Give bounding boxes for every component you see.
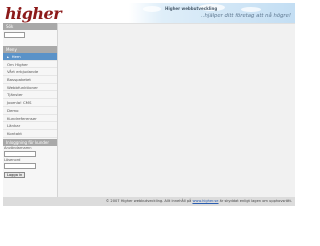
login-heading: Inloggning för kunder (3, 138, 57, 146)
arrow-right-icon: ► (7, 55, 10, 59)
menu-box: Meny ► Hem Om Higher Vårt erbjudande Bas… (3, 46, 57, 138)
menu-heading: Meny (3, 46, 57, 53)
footer: © 2007 Higher webbutveckling. Allt inneh… (3, 197, 295, 206)
search-input[interactable] (4, 32, 25, 38)
main-content (58, 23, 295, 198)
sidebar: Sök Meny ► Hem Om Higher Vårt erbjudande… (3, 23, 58, 197)
footer-link[interactable]: www.higher.se (192, 199, 218, 203)
menu-item-lankar[interactable]: Länkar (3, 122, 57, 130)
page: higher Higher webbutveckling ..hjälper d… (3, 3, 295, 216)
search-box: Sök (3, 23, 57, 38)
main-menu: ► Hem Om Higher Vårt erbjudande Basspake… (3, 53, 57, 138)
logo[interactable]: higher (5, 4, 62, 23)
menu-item-vart-erbjudande[interactable]: Vårt erbjudande (3, 68, 57, 77)
username-label: Användarnamn (4, 145, 32, 150)
username-field[interactable] (4, 150, 36, 157)
footer-copyright: © 2007 Higher webbutveckling. Allt inneh… (105, 199, 193, 203)
menu-item-webbfunktioner[interactable]: Webbfunktioner (3, 84, 57, 92)
menu-item-om-higher[interactable]: Om Higher (3, 61, 57, 69)
tagline: ..hjälper ditt företag att nå högre! (201, 13, 291, 19)
menu-item-hem[interactable]: ► Hem (3, 53, 57, 61)
login-box: Inloggning för kunder Användarnamn Lösen… (3, 138, 57, 178)
menu-item-joomla-cms[interactable]: Joomla! CMS (3, 99, 57, 107)
menu-item-kontakt[interactable]: Kontakt (3, 130, 57, 138)
header-banner: Higher webbutveckling ..hjälper ditt för… (129, 3, 295, 23)
menu-item-label: Hem (11, 54, 21, 59)
menu-item-kundreferenser[interactable]: Kundreferenser (3, 115, 57, 123)
password-field[interactable] (4, 162, 36, 169)
header: higher Higher webbutveckling ..hjälper d… (3, 3, 295, 23)
menu-item-basspaketet[interactable]: Basspaketet (3, 76, 57, 84)
menu-item-demo[interactable]: Demo (3, 107, 57, 115)
footer-notice: är skyddat enligt lagen om upphovsrätt. (218, 199, 292, 203)
login-button[interactable]: Logga in (4, 171, 26, 178)
menu-item-tjanster[interactable]: Tjänster (3, 91, 57, 100)
search-heading: Sök (3, 23, 57, 30)
site-title: Higher webbutveckling (165, 6, 218, 11)
